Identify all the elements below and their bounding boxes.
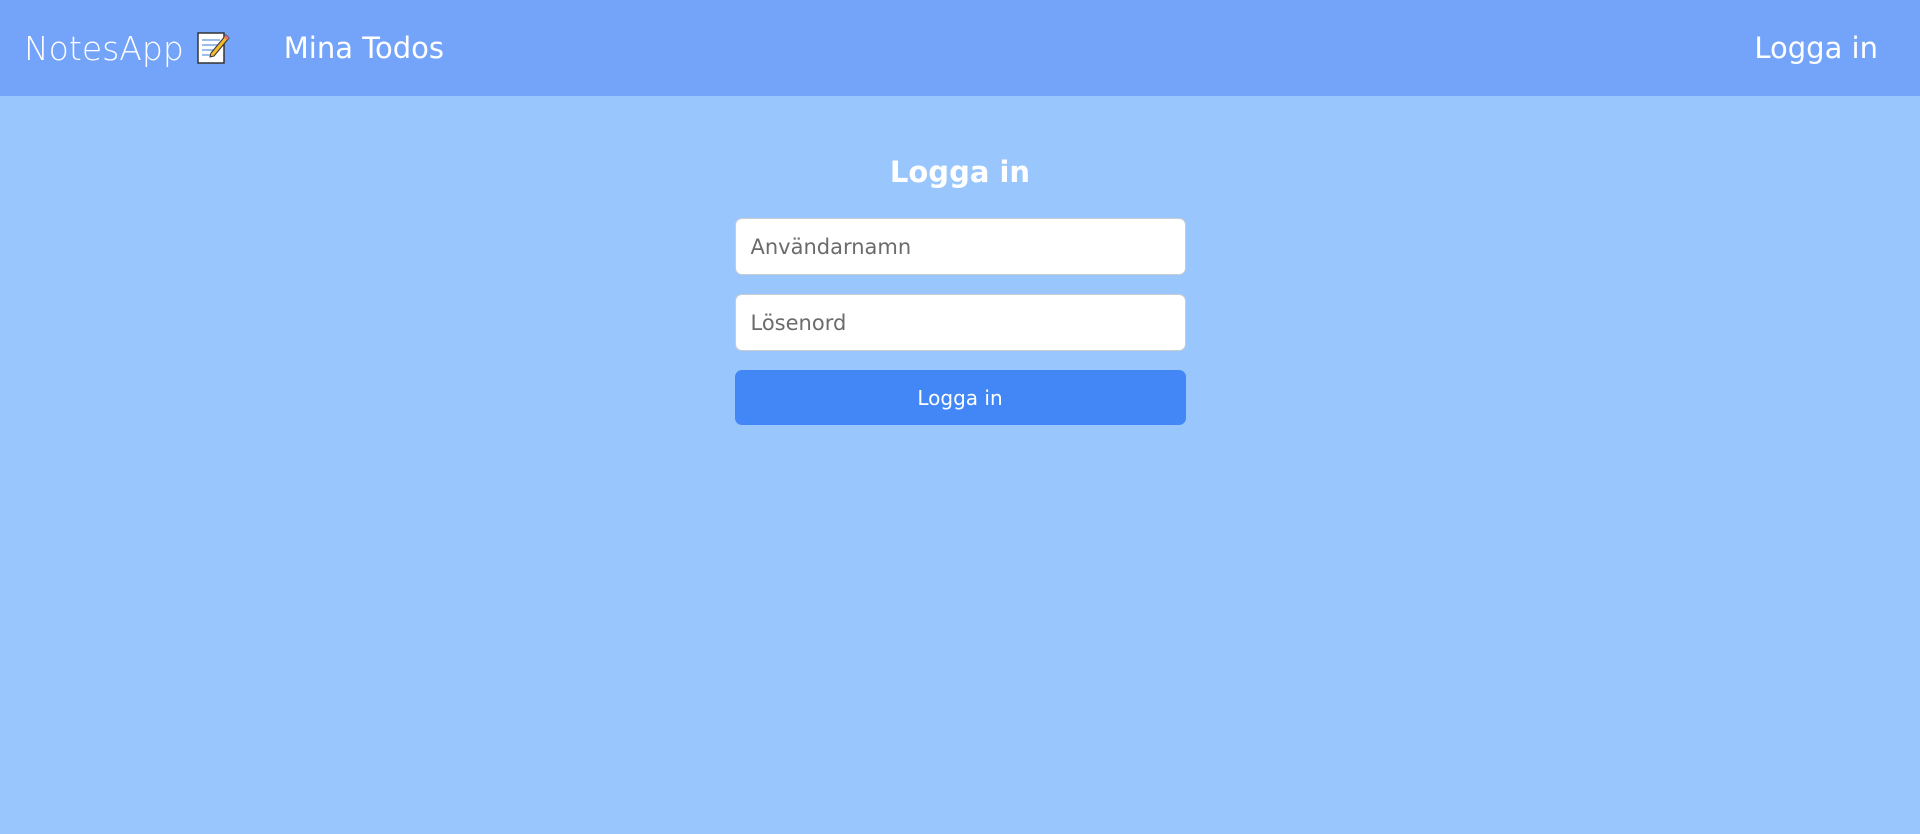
brand-label: NotesApp [24,28,184,68]
username-input[interactable] [734,218,1186,275]
brand-link[interactable]: NotesApp [24,29,232,68]
login-section: Logga in Logga in [0,96,1920,425]
nav-link-my-todos[interactable]: Mina Todos [284,31,444,65]
memo-icon [194,29,232,67]
nav-link-login[interactable]: Logga in [1754,31,1878,65]
top-navbar: NotesApp Mina Todos Logga in [0,0,1920,96]
login-button[interactable]: Logga in [734,370,1186,425]
login-title: Logga in [889,155,1031,189]
password-input[interactable] [734,294,1186,351]
